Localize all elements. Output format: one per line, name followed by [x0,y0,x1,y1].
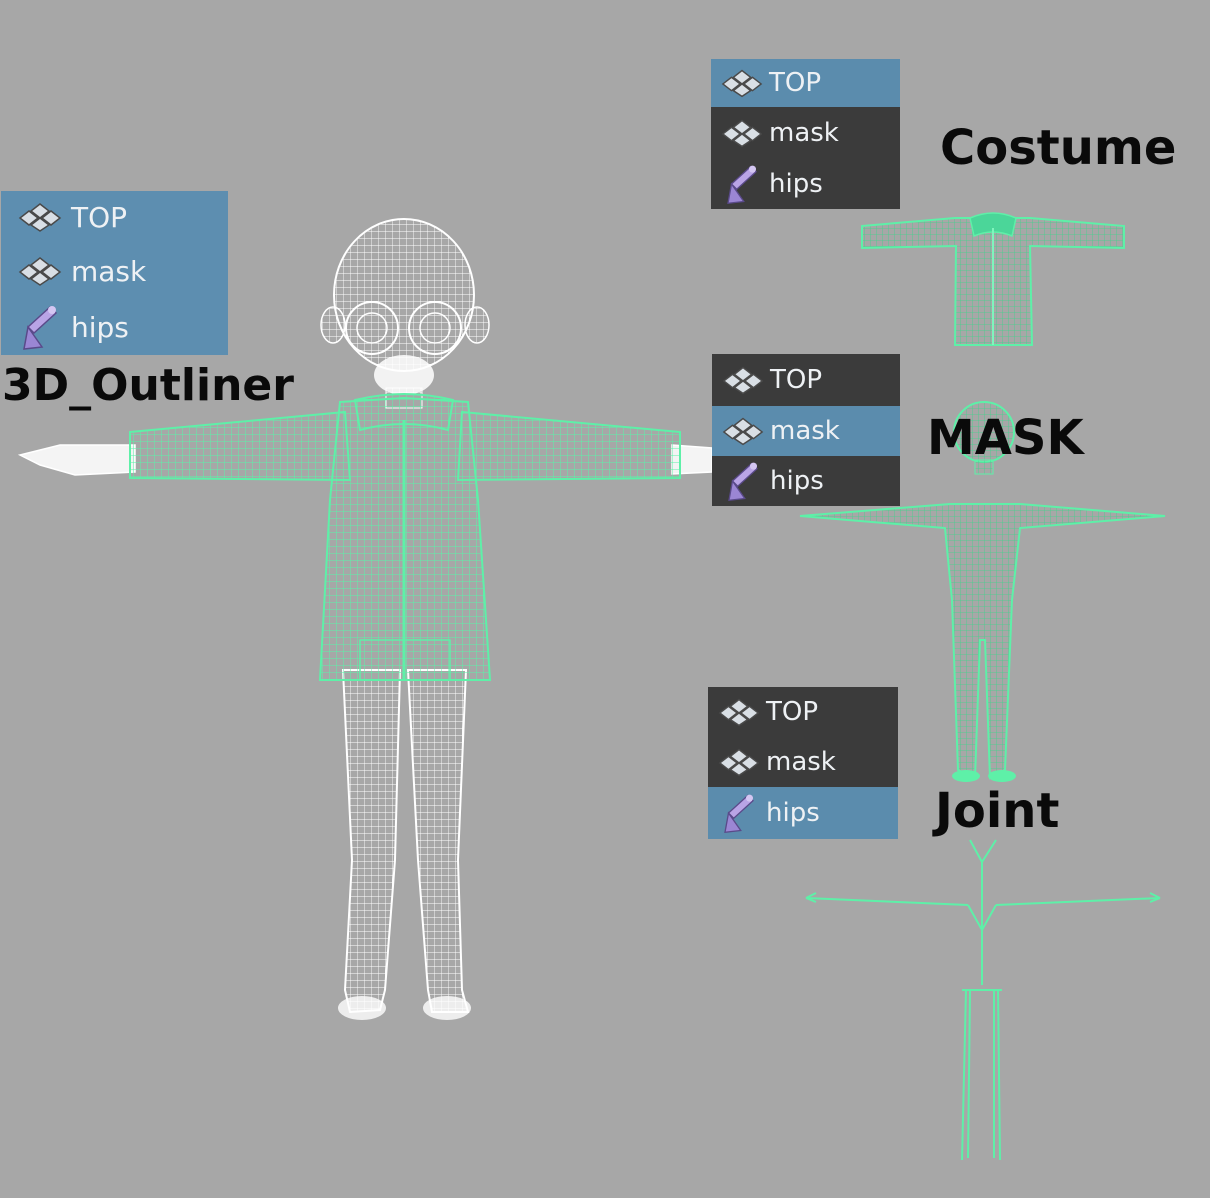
outliner-mask: TOP mask hips [712,354,900,506]
caption-joint: Joint [935,783,1060,839]
outliner-label: mask [769,117,839,148]
outliner-label: hips [770,466,824,496]
outliner-label: TOP [769,68,822,98]
caption-mask: MASK [927,410,1084,466]
character-costume-highlight [129,393,681,681]
caption-costume: Costume [940,120,1177,176]
group-node-icon [720,365,766,395]
outliner-main: TOP mask hips [1,191,228,355]
joint-icon [719,163,765,205]
outliner-costume: TOP mask hips [711,59,900,209]
outliner-label: mask [766,747,836,777]
outliner-label: mask [71,254,147,288]
outliner-row-mask[interactable]: mask [708,737,898,787]
outliner-label: TOP [770,365,823,395]
outliner-row-top[interactable]: TOP [1,191,228,243]
outliner-label: TOP [766,697,819,727]
group-node-icon [716,697,762,727]
outliner-row-top[interactable]: TOP [711,59,900,107]
outliner-row-hips[interactable]: hips [712,456,900,506]
joint-skeleton [805,839,1161,1161]
viewport[interactable] [0,0,1210,1198]
group-node-icon [719,68,765,98]
outliner-label: hips [71,310,129,344]
costume-model [861,212,1125,346]
outliner-joint: TOP mask hips [708,687,898,839]
outliner-label: mask [770,416,840,446]
group-node-icon [720,416,766,446]
outliner-row-mask[interactable]: mask [711,107,900,158]
outliner-row-hips[interactable]: hips [708,787,898,839]
group-node-icon [15,256,65,286]
outliner-row-mask[interactable]: mask [1,243,228,299]
joint-icon [15,303,65,351]
outliner-label: hips [766,798,820,828]
group-node-icon [15,202,65,232]
outliner-row-hips[interactable]: hips [711,158,900,209]
group-node-icon [716,747,762,777]
joint-icon [716,792,762,834]
group-node-icon [719,118,765,148]
outliner-label: hips [769,168,823,199]
outliner-row-top[interactable]: TOP [708,687,898,737]
outliner-label: TOP [71,200,128,234]
caption-3d-outliner: 3D_Outliner [2,360,294,411]
outliner-row-mask[interactable]: mask [712,406,900,456]
outliner-row-hips[interactable]: hips [1,299,228,355]
joint-icon [720,460,766,502]
outliner-row-top[interactable]: TOP [712,354,900,406]
